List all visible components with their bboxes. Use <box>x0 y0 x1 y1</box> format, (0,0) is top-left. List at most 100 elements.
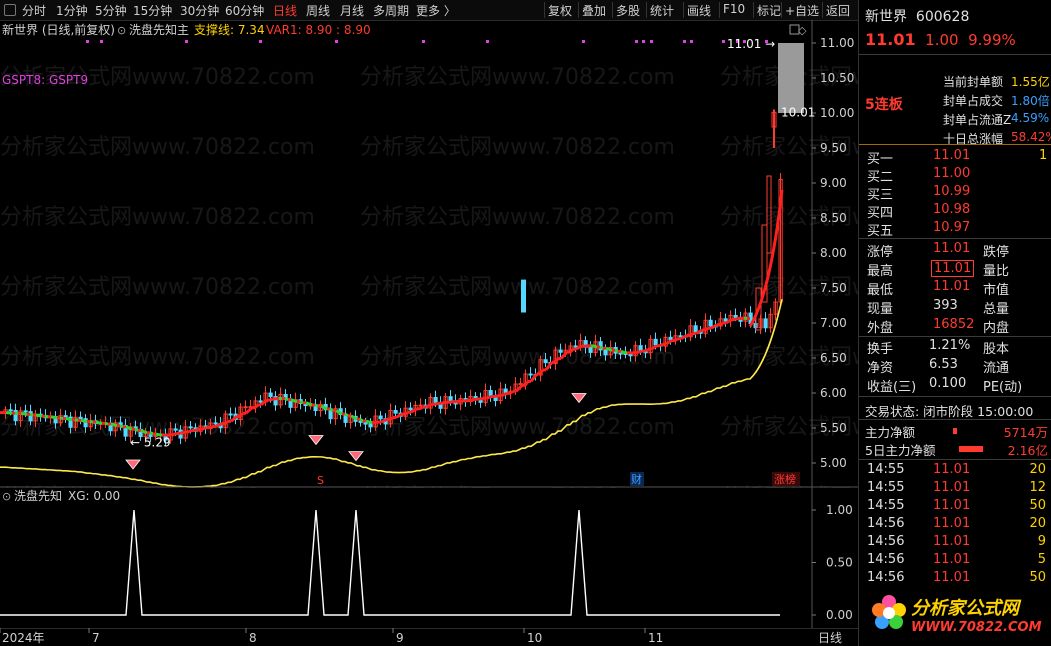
candle-body[interactable] <box>23 410 28 413</box>
main-net-value: 5714万 <box>1003 425 1048 440</box>
timeframe-7[interactable]: 周线 <box>306 2 330 19</box>
candle-body[interactable] <box>708 319 713 327</box>
candle-body[interactable] <box>618 352 623 355</box>
candle-body[interactable] <box>668 336 673 341</box>
candle-body[interactable] <box>228 413 233 416</box>
candle-body[interactable] <box>188 426 193 429</box>
ma-line-segment <box>68 417 73 422</box>
candle-body[interactable] <box>543 359 548 364</box>
sub-collapse-icon[interactable]: ⊙ <box>2 490 11 503</box>
candle-body[interactable] <box>558 349 563 353</box>
timeframe-10[interactable]: 更多 〉 <box>416 2 456 19</box>
ma-line-segment <box>704 326 709 332</box>
ma-line-segment <box>290 398 295 403</box>
price-tick-label: 11.00 <box>820 36 854 50</box>
candle-body[interactable] <box>603 349 608 356</box>
tool-3[interactable]: 统计 <box>650 2 674 19</box>
price-tick-label: 10.00 <box>820 106 854 120</box>
tool-1[interactable]: 叠加 <box>582 2 606 19</box>
candle-body[interactable] <box>488 389 493 397</box>
ma-line-segment <box>713 323 718 328</box>
candle-body[interactable] <box>258 400 263 403</box>
candle-body[interactable] <box>78 416 83 420</box>
seal-label: 封单占流通Z <box>943 113 1012 127</box>
candle-body[interactable] <box>393 409 398 414</box>
menu-icon[interactable] <box>4 4 16 16</box>
buy-signal-marker[interactable] <box>348 451 364 462</box>
candle-body[interactable] <box>448 396 453 402</box>
s-marker[interactable]: S <box>317 474 324 487</box>
tick-price: 11.01 <box>933 480 971 495</box>
candle-body[interactable] <box>518 383 523 386</box>
ma-line-segment <box>200 427 205 431</box>
stat-value: 11.01 <box>933 241 971 256</box>
candle-body[interactable] <box>433 396 438 403</box>
candle-body[interactable] <box>588 346 593 353</box>
stat-value: 16852 <box>933 317 975 332</box>
tick-time: 14:55 <box>867 462 905 477</box>
buy-signal-marker[interactable] <box>125 459 141 470</box>
signal-dot <box>422 40 425 43</box>
candle-body[interactable] <box>368 423 373 428</box>
tool-6[interactable]: 标记 <box>757 2 781 19</box>
tool-7[interactable]: +自选 <box>785 2 819 19</box>
tick-price: 11.01 <box>933 516 971 531</box>
candle-body[interactable] <box>693 325 698 333</box>
ma-line-segment <box>517 384 524 390</box>
candle-body[interactable] <box>733 314 738 318</box>
timeframe-4[interactable]: 30分钟 <box>180 2 219 19</box>
candle-body[interactable] <box>763 318 768 329</box>
candle-body[interactable] <box>173 428 178 431</box>
timeframe-9[interactable]: 多周期 <box>373 2 409 19</box>
candle-body[interactable] <box>528 373 533 376</box>
candle-body[interactable] <box>653 338 658 346</box>
timeframe-0[interactable]: 分时 <box>22 2 46 19</box>
candle-body[interactable] <box>628 354 633 357</box>
ma-line-segment <box>365 419 370 424</box>
lianban-badge: 5连板 <box>865 97 903 113</box>
tool-0[interactable]: 复权 <box>548 2 572 19</box>
xg-indicator-chart[interactable]: ⊙ 洗盘先知 XG: 0.00 1.00 0.50 0.00 <box>0 488 858 628</box>
candle-body[interactable] <box>8 409 13 412</box>
signal-dot <box>642 40 645 43</box>
timeframe-3[interactable]: 15分钟 <box>133 2 172 19</box>
tick-volume: 5 <box>1037 552 1046 567</box>
candle-body[interactable] <box>521 279 526 313</box>
period-label[interactable]: 日线 <box>818 631 842 645</box>
ma-line-segment <box>419 405 424 411</box>
tool-2[interactable]: 多股 <box>616 2 640 19</box>
buy-signal-marker[interactable] <box>571 393 587 404</box>
timeframe-6[interactable]: 日线 <box>273 2 297 19</box>
tool-5[interactable]: F10 <box>723 2 745 16</box>
timeframe-1[interactable]: 1分钟 <box>56 2 88 19</box>
stat-label: 外盘 <box>867 321 894 336</box>
ma-line-segment <box>509 389 514 395</box>
support-value: 支撑线: 7.34 <box>194 22 265 37</box>
candle-body[interactable] <box>723 318 728 322</box>
ma-line-segment <box>359 417 364 423</box>
candle-body[interactable] <box>63 415 68 418</box>
timeframe-2[interactable]: 5分钟 <box>95 2 127 19</box>
candle-body[interactable] <box>418 404 423 407</box>
ma-line-segment <box>719 321 724 327</box>
candle-body[interactable] <box>408 407 413 411</box>
ma-line-segment <box>470 398 475 402</box>
candle-body[interactable] <box>268 392 273 398</box>
seal-label: 当前封单额 <box>943 75 1004 89</box>
ma-line-segment <box>170 432 175 437</box>
candle-body[interactable] <box>378 415 383 420</box>
buy-signal-marker[interactable] <box>308 435 324 446</box>
signal-dot <box>486 40 489 43</box>
tool-4[interactable]: 画线 <box>687 2 711 19</box>
candle-body[interactable] <box>243 406 248 409</box>
candlestick-chart[interactable]: 分析家公式网www.70822.com 分析家公式网www.70822.com 分析… <box>0 20 858 488</box>
candle-body[interactable] <box>213 422 218 425</box>
timeframe-5[interactable]: 60分钟 <box>225 2 264 19</box>
ma-line-segment <box>215 423 220 428</box>
candle-body[interactable] <box>573 345 578 348</box>
collapse-icon[interactable]: ⊙ <box>117 24 126 37</box>
ma-line-segment <box>98 421 103 425</box>
timeframe-8[interactable]: 月线 <box>340 2 364 19</box>
ma-line-segment <box>515 387 520 393</box>
tool-8[interactable]: 返回 <box>826 2 850 19</box>
